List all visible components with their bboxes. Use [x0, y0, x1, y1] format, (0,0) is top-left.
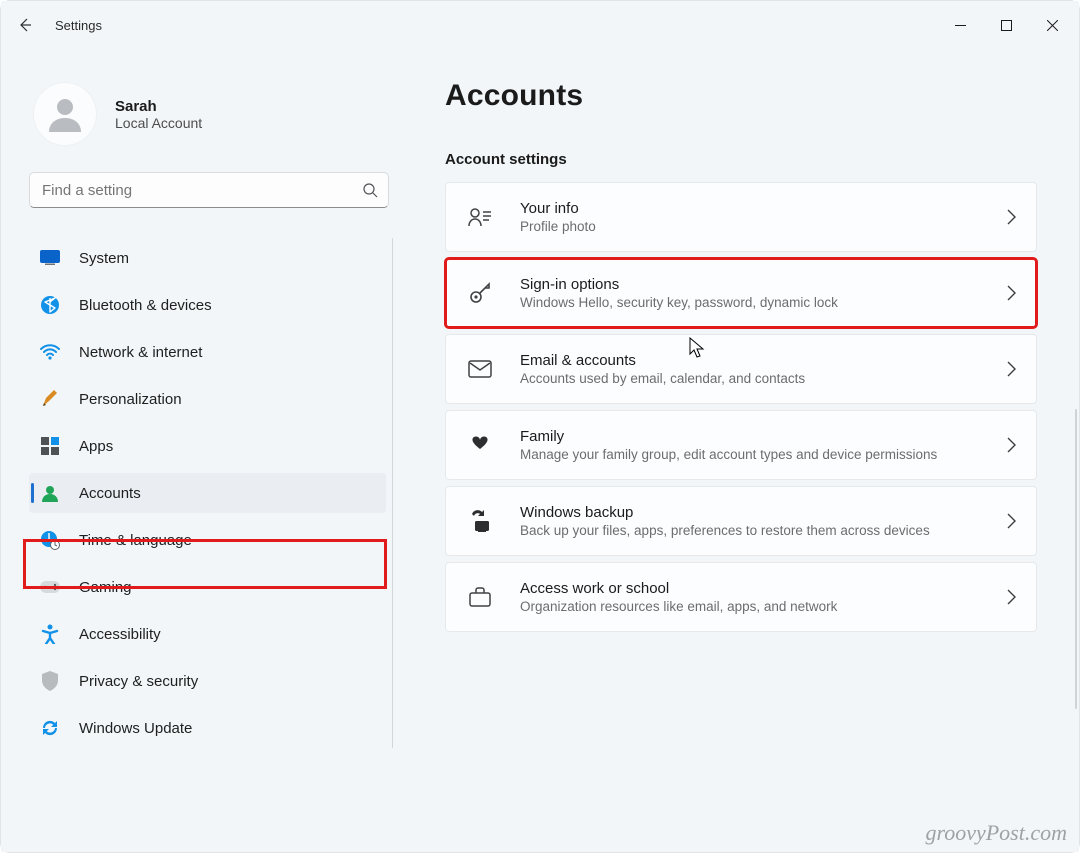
title-bar: Settings	[1, 1, 1079, 49]
back-button[interactable]	[1, 1, 49, 49]
system-icon	[39, 247, 61, 269]
shield-icon	[39, 670, 61, 692]
sidebar-item-label: System	[79, 250, 129, 267]
chevron-right-icon	[1006, 361, 1016, 377]
sidebar-item-label: Time & language	[79, 532, 192, 549]
sidebar-item-label: Bluetooth & devices	[79, 297, 212, 314]
gamepad-icon	[39, 576, 61, 598]
sidebar-item-label: Network & internet	[79, 344, 202, 361]
card-title: Your info	[520, 200, 980, 217]
user-subtitle: Local Account	[115, 115, 202, 131]
card-subtitle: Windows Hello, security key, password, d…	[520, 295, 980, 310]
sidebar-item-label: Accounts	[79, 485, 141, 502]
nav-list: System Bluetooth & devices Network & int…	[29, 238, 393, 748]
family-icon	[466, 434, 494, 456]
your-info-icon	[466, 207, 494, 227]
scrollbar[interactable]	[1075, 409, 1077, 709]
chevron-right-icon	[1006, 589, 1016, 605]
accessibility-icon	[39, 623, 61, 645]
sidebar-item-label: Gaming	[79, 579, 132, 596]
minimize-button[interactable]	[937, 9, 983, 41]
chevron-right-icon	[1006, 437, 1016, 453]
sidebar-item-label: Accessibility	[79, 626, 161, 643]
setting-windows-backup[interactable]: Windows backup Back up your files, apps,…	[445, 486, 1037, 556]
search-box[interactable]	[29, 172, 389, 208]
close-icon	[1047, 20, 1058, 31]
window-controls	[937, 9, 1075, 41]
close-button[interactable]	[1029, 9, 1075, 41]
setting-work-school[interactable]: Access work or school Organization resou…	[445, 562, 1037, 632]
wifi-icon	[39, 341, 61, 363]
app-title: Settings	[49, 18, 102, 33]
paintbrush-icon	[39, 388, 61, 410]
update-icon	[39, 717, 61, 739]
card-subtitle: Accounts used by email, calendar, and co…	[520, 371, 980, 386]
mail-icon	[466, 360, 494, 378]
backup-icon	[466, 510, 494, 532]
sidebar-item-gaming[interactable]: Gaming	[29, 567, 386, 607]
sidebar-item-accounts[interactable]: Accounts	[29, 473, 386, 513]
setting-your-info[interactable]: Your info Profile photo	[445, 182, 1037, 252]
card-title: Access work or school	[520, 580, 980, 597]
setting-family[interactable]: Family Manage your family group, edit ac…	[445, 410, 1037, 480]
sidebar: Sarah Local Account System Bluetooth & d…	[1, 49, 401, 852]
setting-signin-options[interactable]: Sign-in options Windows Hello, security …	[445, 258, 1037, 328]
chevron-right-icon	[1006, 209, 1016, 225]
sidebar-item-apps[interactable]: Apps	[29, 426, 386, 466]
key-icon	[466, 281, 494, 305]
maximize-icon	[1001, 20, 1012, 31]
accounts-icon	[39, 482, 61, 504]
card-subtitle: Manage your family group, edit account t…	[520, 447, 980, 462]
apps-icon	[39, 435, 61, 457]
sidebar-item-bluetooth[interactable]: Bluetooth & devices	[29, 285, 386, 325]
chevron-right-icon	[1006, 513, 1016, 529]
search-icon	[362, 182, 378, 198]
sidebar-item-network[interactable]: Network & internet	[29, 332, 386, 372]
sidebar-item-privacy[interactable]: Privacy & security	[29, 661, 386, 701]
content-area: Accounts Account settings Your info Prof…	[401, 49, 1079, 852]
card-title: Sign-in options	[520, 276, 980, 293]
search-input[interactable]	[40, 181, 362, 200]
sidebar-item-personalization[interactable]: Personalization	[29, 379, 386, 419]
card-subtitle: Profile photo	[520, 219, 980, 234]
card-title: Email & accounts	[520, 352, 980, 369]
section-label: Account settings	[445, 151, 1037, 168]
user-name: Sarah	[115, 98, 202, 115]
clock-globe-icon	[39, 529, 61, 551]
card-title: Windows backup	[520, 504, 980, 521]
sidebar-item-windows-update[interactable]: Windows Update	[29, 708, 386, 748]
sidebar-item-label: Privacy & security	[79, 673, 198, 690]
sidebar-item-time-language[interactable]: Time & language	[29, 520, 386, 560]
minimize-icon	[955, 20, 966, 31]
bluetooth-icon	[39, 294, 61, 316]
sidebar-item-label: Windows Update	[79, 720, 192, 737]
sidebar-item-accessibility[interactable]: Accessibility	[29, 614, 386, 654]
maximize-button[interactable]	[983, 9, 1029, 41]
sidebar-item-system[interactable]: System	[29, 238, 386, 278]
user-block[interactable]: Sarah Local Account	[29, 64, 391, 172]
card-title: Family	[520, 428, 980, 445]
avatar	[33, 82, 97, 146]
sidebar-item-label: Apps	[79, 438, 113, 455]
person-icon	[43, 92, 87, 136]
sidebar-item-label: Personalization	[79, 391, 182, 408]
card-subtitle: Organization resources like email, apps,…	[520, 599, 980, 614]
watermark: groovyPost.com	[925, 820, 1067, 846]
briefcase-icon	[466, 587, 494, 607]
back-arrow-icon	[17, 17, 33, 33]
page-title: Accounts	[445, 79, 1037, 113]
card-subtitle: Back up your files, apps, preferences to…	[520, 523, 980, 538]
chevron-right-icon	[1006, 285, 1016, 301]
setting-email-accounts[interactable]: Email & accounts Accounts used by email,…	[445, 334, 1037, 404]
